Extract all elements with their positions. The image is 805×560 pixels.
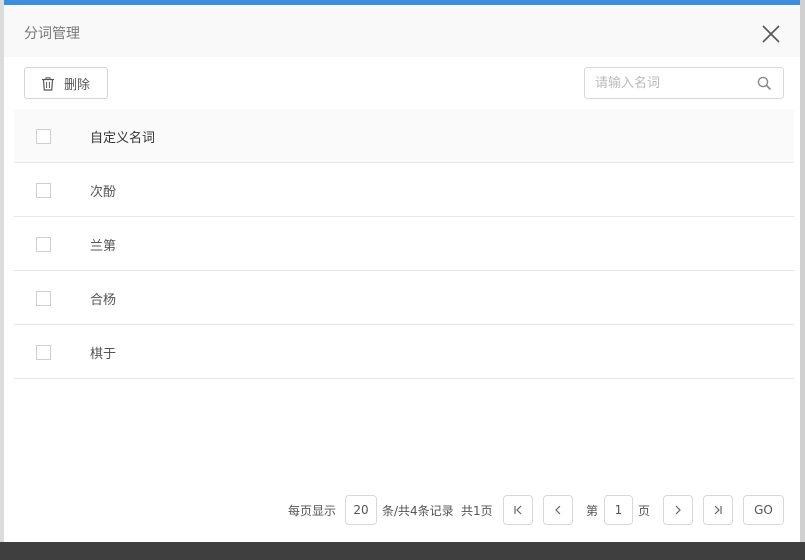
chevron-right-icon	[675, 505, 681, 515]
table-row: 棋于	[14, 325, 794, 379]
records-count-label: 条/共4条记录	[382, 504, 454, 518]
row-checkbox[interactable]	[36, 291, 51, 306]
search-input[interactable]	[595, 74, 745, 92]
total-pages-label: 共1页	[461, 504, 493, 518]
table-cell-word: 棋于	[90, 347, 117, 362]
row-checkbox[interactable]	[36, 237, 51, 252]
toolbar: 删除	[4, 57, 800, 109]
close-button[interactable]	[760, 23, 782, 45]
table-row: 兰第	[14, 217, 794, 271]
first-page-button[interactable]	[503, 495, 533, 525]
page-number-input[interactable]: 1	[604, 495, 633, 525]
dialog-title: 分词管理	[24, 26, 80, 42]
dialog-header: 分词管理	[4, 5, 800, 57]
delete-button[interactable]: 删除	[24, 67, 108, 99]
go-button-label: GO	[754, 503, 773, 517]
table-cell-word: 合杨	[90, 293, 117, 308]
word-table: 自定义名词 次酚 兰第 合杨 棋于	[14, 109, 794, 379]
current-page-value: 1	[614, 503, 623, 517]
table-cell-word: 次酚	[90, 185, 117, 200]
table-row: 次酚	[14, 163, 794, 217]
column-header-custom-word: 自定义名词	[90, 131, 156, 146]
pagination: 每页显示 20 条/共4条记录 共1页 第 1 页 GO	[4, 489, 800, 525]
page-suffix-label: 页	[638, 504, 651, 518]
backdrop-bottom	[0, 542, 805, 560]
close-icon	[762, 25, 780, 43]
last-page-icon	[714, 505, 722, 515]
row-checkbox[interactable]	[36, 183, 51, 198]
go-button[interactable]: GO	[743, 495, 784, 525]
trash-icon	[41, 76, 55, 91]
chevron-left-icon	[555, 505, 561, 515]
per-page-label: 每页显示	[288, 504, 337, 518]
delete-button-label: 删除	[64, 77, 91, 93]
page-prefix-label: 第	[586, 504, 599, 518]
per-page-value: 20	[353, 503, 369, 517]
word-management-dialog: 分词管理 删除 请输入名词 自定义名词 次酚 兰第 合杨 棋于 每页显示 20 …	[4, 0, 800, 542]
backdrop-right	[800, 0, 805, 542]
per-page-select[interactable]: 20	[345, 495, 377, 525]
search-box	[584, 67, 784, 99]
table-row: 合杨	[14, 271, 794, 325]
row-checkbox[interactable]	[36, 345, 51, 360]
next-page-button[interactable]	[663, 495, 693, 525]
last-page-button[interactable]	[703, 495, 733, 525]
prev-page-button[interactable]	[543, 495, 573, 525]
table-cell-word: 兰第	[90, 239, 117, 254]
first-page-icon	[514, 505, 522, 515]
table-header-row: 自定义名词	[14, 109, 794, 163]
search-icon[interactable]	[757, 76, 772, 91]
select-all-checkbox[interactable]	[36, 129, 51, 144]
